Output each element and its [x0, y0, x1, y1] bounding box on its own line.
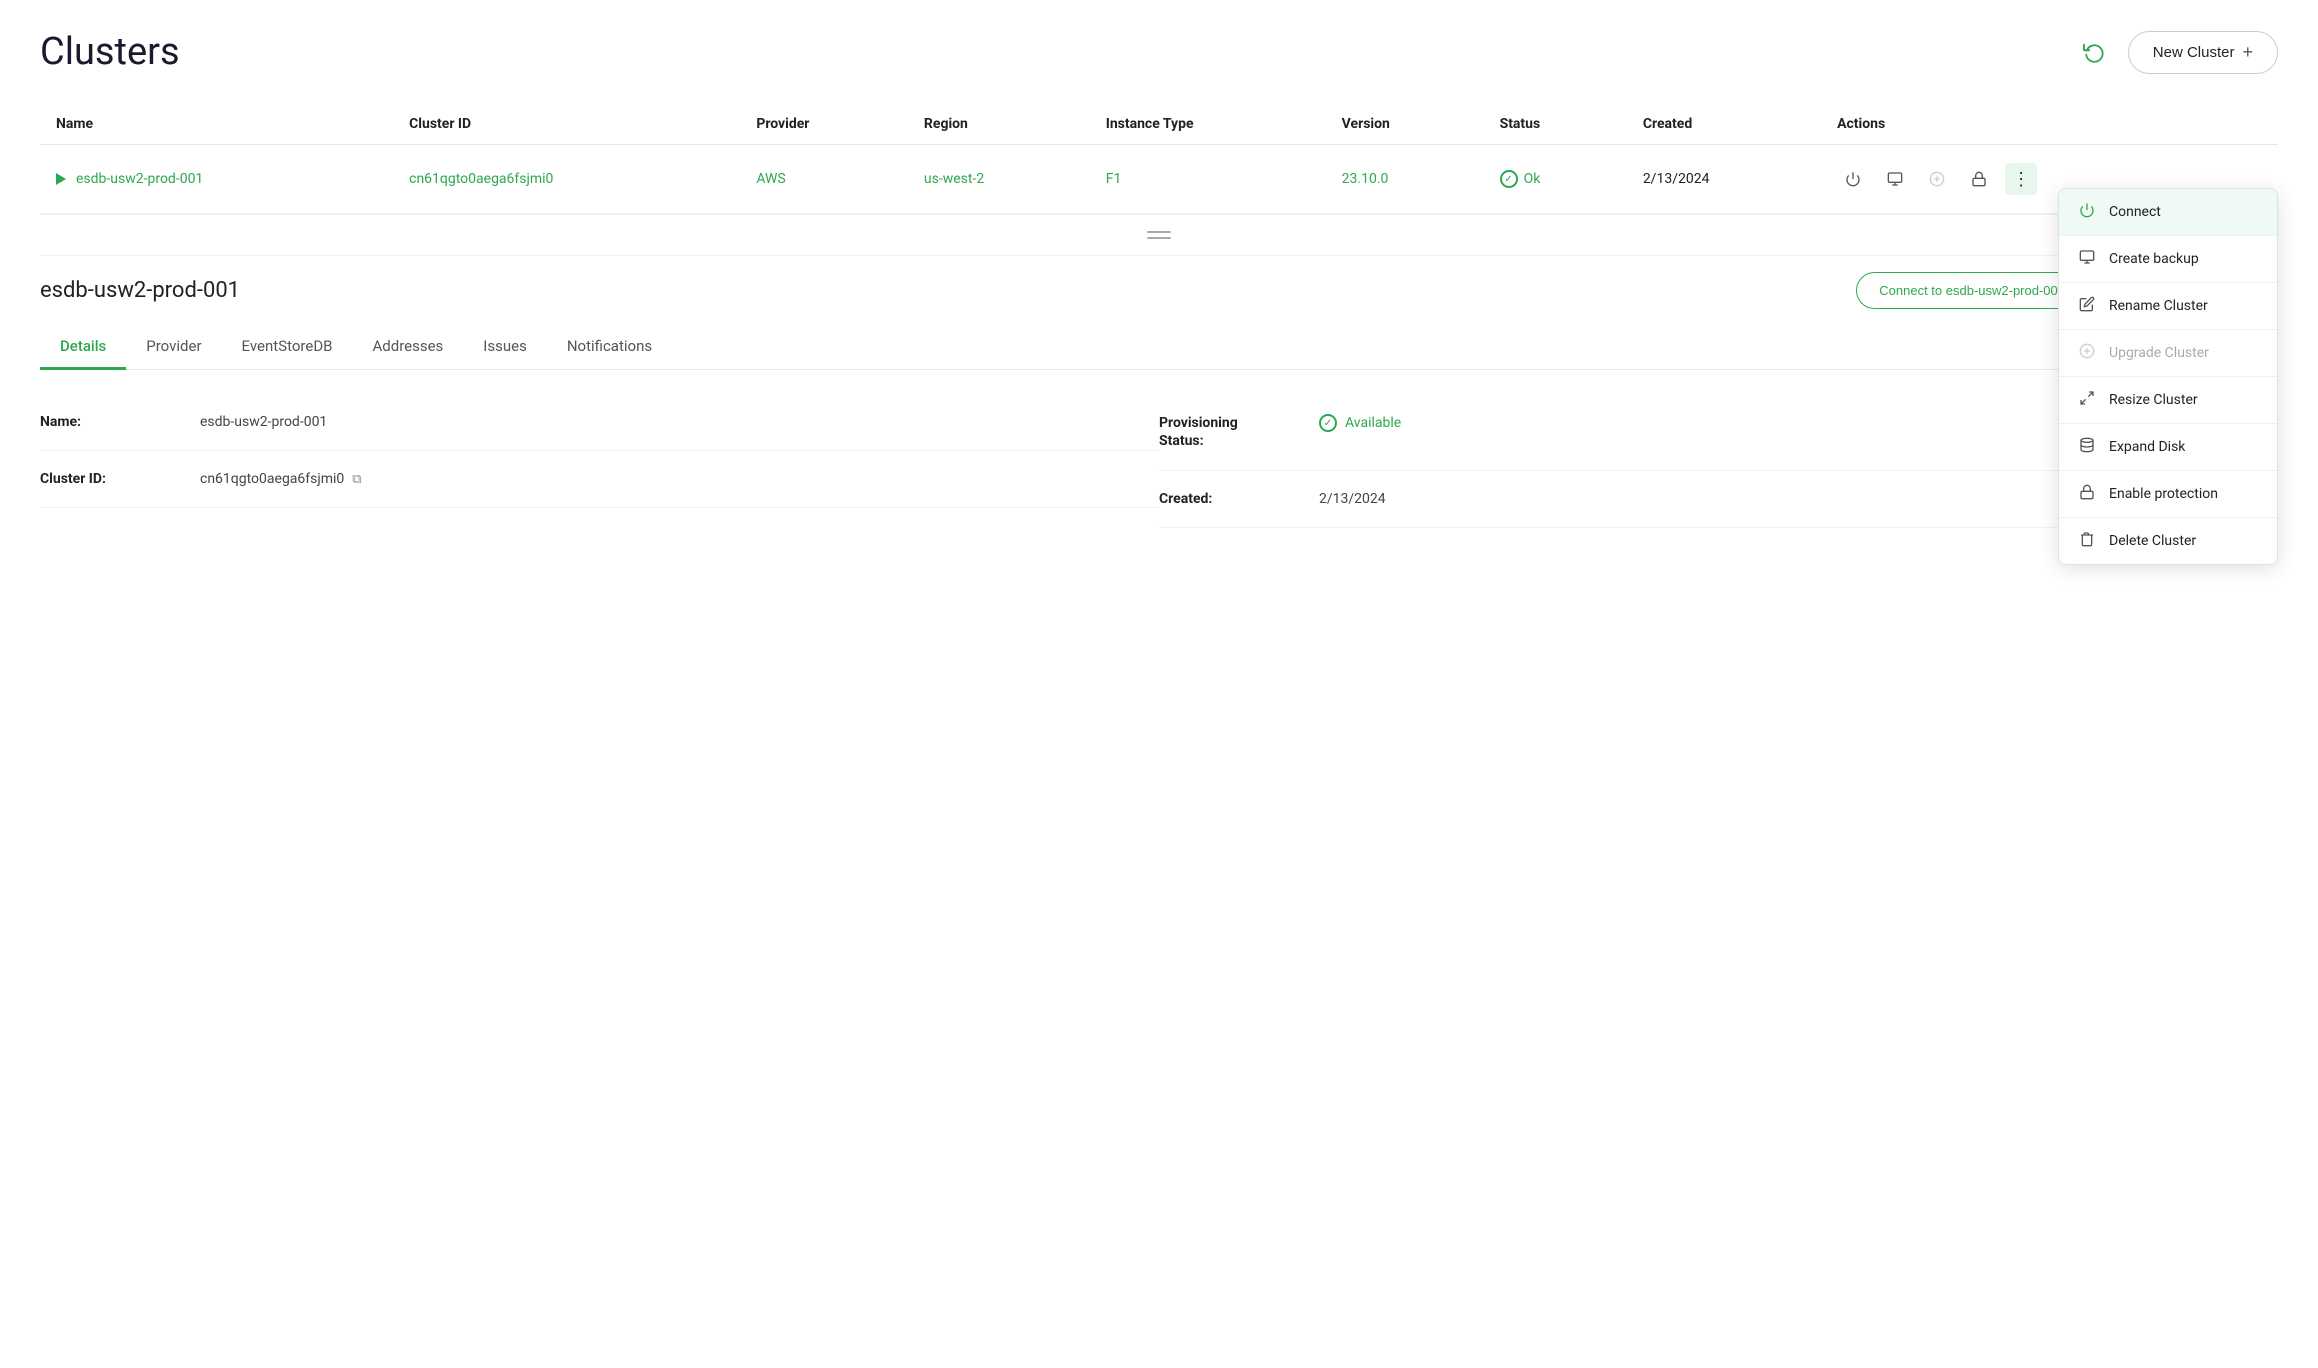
dropdown-resize-cluster-label: Resize Cluster	[2109, 392, 2198, 408]
dropdown-rename-cluster[interactable]: Rename Cluster	[2059, 283, 2277, 330]
row-version: 23.10.0	[1326, 145, 1484, 214]
page-title: Clusters	[40, 30, 180, 74]
detail-created-value: 2/13/2024	[1319, 491, 1386, 507]
col-created: Created	[1627, 104, 1821, 145]
dropdown-connect[interactable]: Connect	[2059, 189, 2277, 236]
header-actions: New Cluster +	[2072, 30, 2278, 74]
tab-addresses[interactable]: Addresses	[353, 325, 464, 370]
copy-clusterid-icon[interactable]: ⧉	[352, 472, 361, 487]
page-header: Clusters New Cluster +	[40, 30, 2278, 74]
backup-icon	[2077, 249, 2097, 269]
resize-icon	[2077, 390, 2097, 410]
section-divider[interactable]	[40, 214, 2278, 256]
col-provider: Provider	[740, 104, 908, 145]
action-connect-button[interactable]	[1837, 163, 1869, 195]
refresh-button[interactable]	[2072, 30, 2116, 74]
new-cluster-label: New Cluster	[2153, 44, 2235, 61]
clusters-table: Name Cluster ID Provider Region Instance…	[40, 104, 2278, 214]
detail-name-value: esdb-usw2-prod-001	[200, 414, 327, 430]
status-check-icon: ✓	[1500, 170, 1518, 188]
dropdown-enable-protection-label: Enable protection	[2109, 486, 2218, 502]
detail-tabs: Details Provider EventStoreDB Addresses …	[40, 325, 2278, 370]
dropdown-create-backup-label: Create backup	[2109, 251, 2199, 267]
dropdown-create-backup[interactable]: Create backup	[2059, 236, 2277, 283]
resize-cluster-tooltip: Resize Cluster	[2277, 388, 2278, 412]
col-status: Status	[1484, 104, 1627, 145]
row-created: 2/13/2024	[1627, 145, 1821, 214]
col-version: Version	[1326, 104, 1484, 145]
upgrade-icon	[2077, 343, 2097, 363]
trash-icon	[2077, 531, 2097, 551]
cluster-expand-arrow[interactable]	[56, 173, 66, 185]
provisioning-check-icon: ✓	[1319, 414, 1337, 432]
tab-eventstoredb[interactable]: EventStoreDB	[222, 325, 353, 370]
actions-dropdown-menu: Connect Create backup Rename Cluster Upg…	[2058, 188, 2278, 565]
col-name: Name	[40, 104, 393, 145]
detail-fields-left: Name: esdb-usw2-prod-001 Cluster ID: cn6…	[40, 394, 1159, 528]
col-cluster-id: Cluster ID	[393, 104, 740, 145]
dropdown-expand-disk[interactable]: Expand Disk	[2059, 424, 2277, 471]
dropdown-expand-disk-label: Expand Disk	[2109, 439, 2185, 455]
detail-provisioning-label: ProvisioningStatus:	[1159, 414, 1319, 450]
row-cluster-id: cn61qgto0aega6fsjmi0	[393, 145, 740, 214]
dropdown-enable-protection[interactable]: Enable protection	[2059, 471, 2277, 518]
row-instance-type: F1	[1090, 145, 1326, 214]
detail-clusterid-label: Cluster ID:	[40, 471, 200, 487]
detail-clusterid-value: cn61qgto0aega6fsjmi0 ⧉	[200, 471, 362, 487]
cluster-detail-title: esdb-usw2-prod-001	[40, 278, 240, 303]
dropdown-rename-cluster-label: Rename Cluster	[2109, 298, 2208, 314]
action-backup-button[interactable]	[1879, 163, 1911, 195]
cluster-detail-header: esdb-usw2-prod-001 Connect to esdb-usw2-…	[40, 272, 2278, 325]
dropdown-delete-cluster[interactable]: Delete Cluster	[2059, 518, 2277, 564]
row-name-cell: esdb-usw2-prod-001	[40, 145, 393, 214]
new-cluster-plus-icon: +	[2242, 42, 2253, 63]
row-provider: AWS	[740, 145, 908, 214]
row-status: ✓ Ok	[1484, 145, 1627, 214]
detail-name-label: Name:	[40, 414, 200, 430]
dropdown-connect-label: Connect	[2109, 204, 2161, 220]
tab-details[interactable]: Details	[40, 325, 126, 370]
detail-connect-label: Connect to esdb-usw2-prod-001	[1879, 283, 2065, 298]
action-more-button[interactable]: ⋮	[2005, 163, 2037, 195]
detail-provisioning-value: ✓ Available	[1319, 414, 1401, 432]
lock-icon	[2077, 484, 2097, 504]
dropdown-delete-cluster-label: Delete Cluster	[2109, 533, 2196, 549]
pencil-icon	[2077, 296, 2097, 316]
row-region: us-west-2	[908, 145, 1090, 214]
cluster-name[interactable]: esdb-usw2-prod-001	[76, 171, 203, 187]
tab-issues[interactable]: Issues	[463, 325, 547, 370]
col-region: Region	[908, 104, 1090, 145]
tab-notifications[interactable]: Notifications	[547, 325, 672, 370]
col-actions: Actions	[1821, 104, 2278, 145]
col-instance-type: Instance Type	[1090, 104, 1326, 145]
tab-provider[interactable]: Provider	[126, 325, 221, 370]
action-upgrade-button[interactable]	[1921, 163, 1953, 195]
dropdown-resize-cluster[interactable]: Resize Cluster Resize Cluster	[2059, 377, 2277, 424]
detail-created-label: Created:	[1159, 491, 1319, 507]
table-row: esdb-usw2-prod-001 cn61qgto0aega6fsjmi0 …	[40, 145, 2278, 214]
disk-icon	[2077, 437, 2097, 457]
dropdown-upgrade-cluster[interactable]: Upgrade Cluster	[2059, 330, 2277, 377]
table-header-row: Name Cluster ID Provider Region Instance…	[40, 104, 2278, 145]
action-protection-button[interactable]	[1963, 163, 1995, 195]
status-text: Ok	[1524, 171, 1541, 187]
detail-name-row: Name: esdb-usw2-prod-001	[40, 394, 1159, 451]
detail-fields-grid: Name: esdb-usw2-prod-001 Cluster ID: cn6…	[40, 394, 2278, 528]
detail-clusterid-row: Cluster ID: cn61qgto0aega6fsjmi0 ⧉	[40, 451, 1159, 508]
dropdown-upgrade-cluster-label: Upgrade Cluster	[2109, 345, 2209, 361]
connect-icon	[2077, 202, 2097, 222]
new-cluster-button[interactable]: New Cluster +	[2128, 31, 2278, 74]
cluster-detail-panel: esdb-usw2-prod-001 Connect to esdb-usw2-…	[40, 256, 2278, 528]
